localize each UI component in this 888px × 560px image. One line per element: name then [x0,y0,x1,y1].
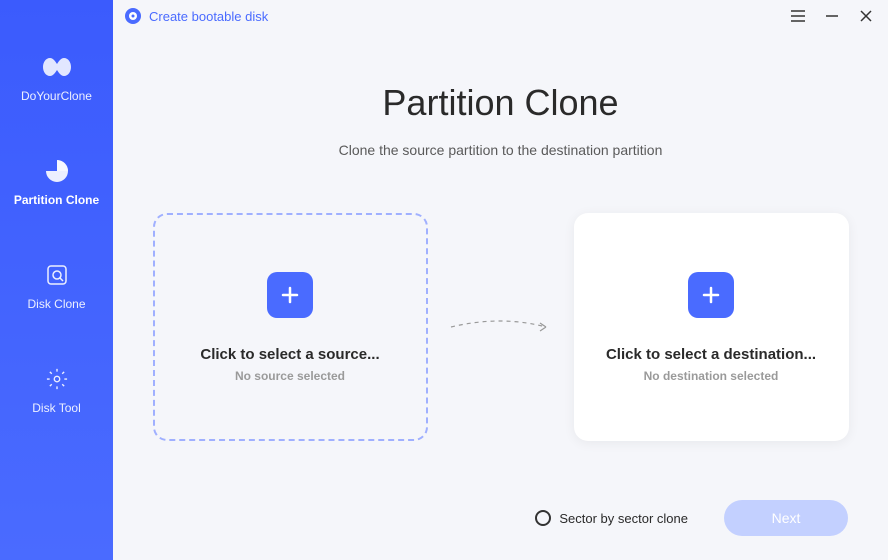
bootable-disk-icon [125,8,141,24]
source-card-subtitle: No source selected [235,369,345,383]
sidebar-label: Disk Clone [27,297,85,311]
sidebar-item-partition-clone[interactable]: Partition Clone [0,149,113,215]
menu-button[interactable] [788,6,808,26]
page-title: Partition Clone [382,82,618,124]
sector-by-sector-checkbox[interactable]: Sector by sector clone [535,510,688,526]
logo-icon [43,53,71,81]
create-bootable-label: Create bootable disk [149,9,268,24]
footer-row: Sector by sector clone Next [535,500,848,536]
select-destination-card[interactable]: Click to select a destination... No dest… [574,213,849,441]
plus-icon [688,272,734,318]
pie-chart-icon [43,157,71,185]
close-button[interactable] [856,6,876,26]
dest-card-title: Click to select a destination... [606,346,816,363]
cards-row: Click to select a source... No source se… [153,213,849,441]
plus-icon [267,272,313,318]
source-card-title: Click to select a source... [200,346,379,363]
sidebar-label: DoYourClone [21,89,92,103]
content: Partition Clone Clone the source partiti… [113,32,888,560]
radio-icon [535,510,551,526]
minimize-button[interactable] [822,6,842,26]
titlebar: Create bootable disk [113,0,888,32]
sidebar-label: Partition Clone [14,193,99,207]
sidebar-label: Disk Tool [32,401,80,415]
sidebar-item-disk-tool[interactable]: Disk Tool [0,357,113,423]
next-button[interactable]: Next [724,500,848,536]
select-source-card[interactable]: Click to select a source... No source se… [153,213,428,441]
main-area: Create bootable disk Partition Clone Clo… [113,0,888,560]
sidebar: DoYourClone Partition Clone Disk Clone D… [0,0,113,560]
sidebar-item-disk-clone[interactable]: Disk Clone [0,253,113,319]
dest-card-subtitle: No destination selected [644,369,779,383]
sector-label: Sector by sector clone [559,511,688,526]
window-controls [788,6,876,26]
gear-icon [43,365,71,393]
create-bootable-disk-link[interactable]: Create bootable disk [125,8,268,24]
disk-search-icon [43,261,71,289]
page-subtitle: Clone the source partition to the destin… [339,142,663,158]
sidebar-item-doyourclone[interactable]: DoYourClone [0,45,113,111]
arrow-icon [446,312,556,342]
